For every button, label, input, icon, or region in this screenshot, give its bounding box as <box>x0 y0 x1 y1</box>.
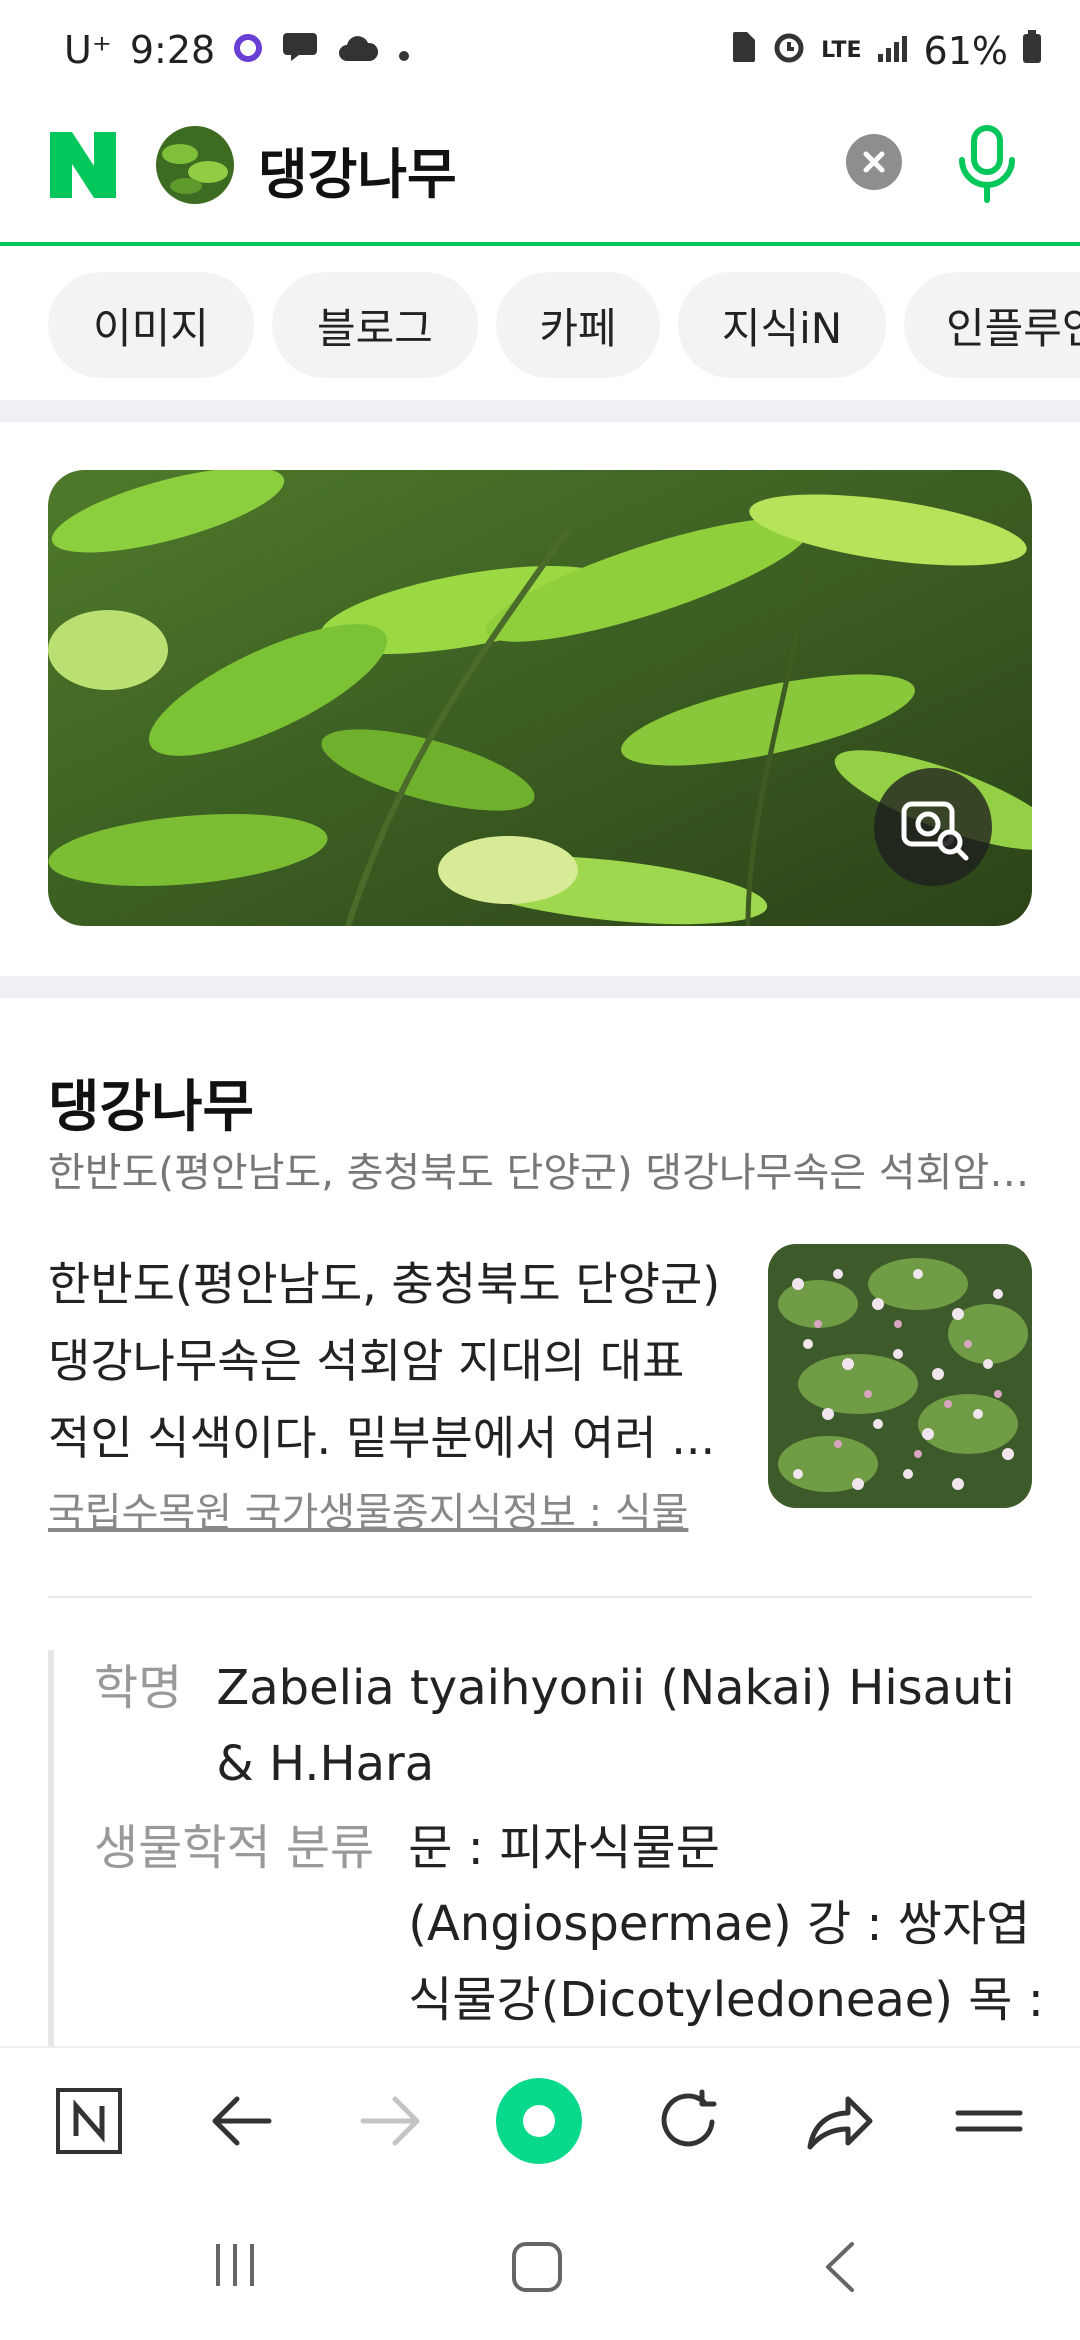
sci-name-label: 학명 <box>94 1660 183 1716</box>
browser-toolbar <box>0 2046 1080 2198</box>
recents-icon[interactable] <box>210 2240 260 2294</box>
signal-icon <box>876 29 910 73</box>
category-chips: 이미지 블로그 카페 지식iN 인플루언 <box>0 246 1080 400</box>
entry-title[interactable]: 댕강나무 <box>48 1062 254 1143</box>
system-nav-bar <box>0 2196 1080 2340</box>
source-link[interactable]: 국립수목원 국가생물종지식정보 : 식물 <box>48 1480 688 1538</box>
chip-influencer[interactable]: 인플루언 <box>904 272 1080 378</box>
cloud-icon <box>337 28 379 72</box>
network-label: LTE <box>821 38 862 63</box>
sim-icon <box>731 29 757 73</box>
chip-images[interactable]: 이미지 <box>48 272 254 378</box>
back-icon[interactable] <box>196 2076 286 2166</box>
battery-label: 61% <box>923 28 1008 73</box>
info-row-scientific-name: 학명 Zabelia tyaihyonii (Nakai) Hisauti & … <box>94 1650 1048 1802</box>
clear-icon[interactable] <box>846 134 902 190</box>
description-line: 한반도(평안남도, 충청북도 단양군) <box>48 1257 721 1311</box>
entry-summary: 한반도(평안남도, 충청북도 단양군) 댕강나무속은 석회암 ... <box>48 1150 1038 1196</box>
status-bar: U⁺ 9:28 LTE 61% <box>0 0 1080 104</box>
menu-icon[interactable] <box>944 2076 1034 2166</box>
search-bar: 댕강나무 <box>0 104 1080 246</box>
nav-back-icon[interactable] <box>822 2240 858 2298</box>
plant-photo[interactable] <box>768 1244 1032 1508</box>
green-dot-icon[interactable] <box>494 2076 584 2166</box>
battery-icon <box>1022 29 1042 73</box>
chat-icon <box>281 28 319 72</box>
alarm-icon <box>771 28 807 73</box>
section-divider <box>0 976 1080 998</box>
entry-description[interactable]: 한반도(평안남도, 충청북도 단양군) 댕강나무속은 석회암 지대의 대표 적인… <box>48 1246 738 1477</box>
info-table: 학명 Zabelia tyaihyonii (Nakai) Hisauti & … <box>48 1650 1048 2114</box>
divider <box>48 1596 1032 1598</box>
description-line: 적인 식색이다. 밑부분에서 여러 ... <box>48 1411 716 1465</box>
chip-cafe[interactable]: 카페 <box>496 272 660 378</box>
chip-blog[interactable]: 블로그 <box>272 272 478 378</box>
carrier-label: U⁺ <box>64 28 112 72</box>
reload-icon[interactable] <box>644 2076 734 2166</box>
mic-icon[interactable] <box>952 124 1022 204</box>
section-divider <box>0 400 1080 422</box>
query-thumbnail <box>156 126 234 204</box>
description-line: 댕강나무속은 석회암 지대의 대표 <box>48 1334 685 1388</box>
lens-search-icon[interactable] <box>874 768 992 886</box>
ring-icon <box>233 28 263 72</box>
forward-icon[interactable] <box>346 2076 436 2166</box>
share-icon[interactable] <box>794 2076 884 2166</box>
dot-icon <box>397 28 411 72</box>
chip-kin[interactable]: 지식iN <box>678 272 886 378</box>
naver-n-icon[interactable] <box>46 128 120 202</box>
home-icon[interactable] <box>510 2240 564 2298</box>
home-n-icon[interactable] <box>44 2076 134 2166</box>
hero-image[interactable] <box>48 470 1032 926</box>
time-label: 9:28 <box>129 28 216 72</box>
sci-name-value: Zabelia tyaihyonii (Nakai) Hisauti & H.H… <box>216 1660 1015 1792</box>
search-input[interactable]: 댕강나무 <box>258 130 457 209</box>
